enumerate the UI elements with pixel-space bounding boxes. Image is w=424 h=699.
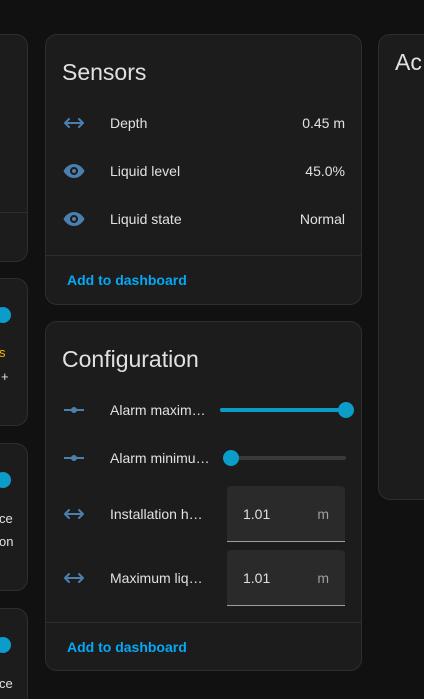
sensor-value: Normal xyxy=(299,211,345,227)
left-card-4: ce xyxy=(0,608,28,699)
left-card-3-text-1: ce xyxy=(0,511,13,526)
divider xyxy=(46,622,361,623)
number-value: 1.01 xyxy=(243,506,271,522)
number-unit: m xyxy=(317,570,329,586)
ray-vertex-icon xyxy=(62,446,86,470)
sensor-row-depth[interactable]: Depth 0.45 m xyxy=(46,103,361,143)
info-icon[interactable] xyxy=(0,637,11,653)
ray-vertex-icon xyxy=(62,398,86,422)
left-card-1 xyxy=(0,34,28,262)
sensor-label: Depth xyxy=(110,115,148,131)
sensor-label: Liquid level xyxy=(110,163,181,179)
add-to-dashboard-button[interactable]: Add to dashboard xyxy=(67,639,187,655)
sensor-value: 45.0% xyxy=(305,163,345,179)
config-row-alarm-maximum: Alarm maxim… xyxy=(46,390,361,430)
config-label: Maximum liq… xyxy=(110,570,203,586)
info-icon[interactable] xyxy=(0,307,11,323)
sensor-value: 0.45 m xyxy=(302,115,345,131)
alarm-maximum-slider[interactable] xyxy=(220,398,354,422)
activity-card: Ac xyxy=(378,34,424,500)
arrow-left-right-icon xyxy=(62,566,86,590)
divider xyxy=(46,255,361,256)
arrow-left-right-icon xyxy=(62,111,86,135)
slider-knob[interactable] xyxy=(338,402,354,418)
add-to-dashboard-button[interactable]: Add to dashboard xyxy=(67,272,187,288)
sensors-title: Sensors xyxy=(62,59,147,85)
divider xyxy=(0,212,27,213)
eye-icon xyxy=(62,159,86,183)
configuration-card: Configuration Alarm maxim… Alarm minimu… xyxy=(45,321,362,671)
alarm-minimum-slider[interactable] xyxy=(223,446,346,470)
left-card-2-text-2: + xyxy=(1,369,9,384)
left-card-4-text-1: ce xyxy=(0,676,13,691)
config-label: Alarm maxim… xyxy=(110,402,206,418)
slider-track xyxy=(231,456,346,460)
configuration-title: Configuration xyxy=(62,346,199,372)
config-label: Installation h… xyxy=(110,506,203,522)
arrow-left-right-icon xyxy=(62,502,86,526)
config-label: Alarm minimu… xyxy=(110,450,210,466)
number-unit: m xyxy=(317,506,329,522)
installation-height-input[interactable]: 1.01 m xyxy=(227,486,345,542)
activity-title: Ac xyxy=(395,49,422,75)
left-card-3-text-2: on xyxy=(0,534,14,549)
slider-fill xyxy=(220,408,346,412)
info-icon[interactable] xyxy=(0,472,11,488)
sensors-card: Sensors Depth 0.45 m Liquid level 45.0% … xyxy=(45,34,362,305)
sensor-row-liquid-state[interactable]: Liquid state Normal xyxy=(46,199,361,239)
left-card-2-text-1: s xyxy=(0,345,6,360)
left-card-3: ce on xyxy=(0,443,28,591)
eye-icon xyxy=(62,207,86,231)
page: s + ce on ce Sensors Depth 0.45 m Liquid… xyxy=(0,0,424,699)
config-row-alarm-minimum: Alarm minimu… xyxy=(46,438,361,478)
number-value: 1.01 xyxy=(243,570,271,586)
maximum-liquid-input[interactable]: 1.01 m xyxy=(227,550,345,606)
sensor-row-liquid-level[interactable]: Liquid level 45.0% xyxy=(46,151,361,191)
sensor-label: Liquid state xyxy=(110,211,182,227)
slider-knob[interactable] xyxy=(223,450,239,466)
left-card-2: s + xyxy=(0,278,28,426)
